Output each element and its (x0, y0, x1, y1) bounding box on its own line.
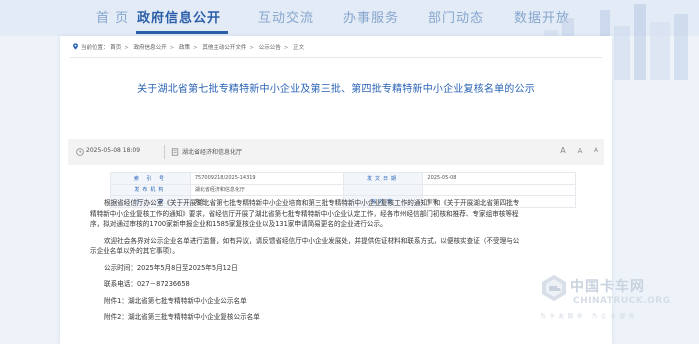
nav-department-news[interactable]: 部门动态 (428, 0, 484, 36)
publicity-period: 公示时间：2025年5月8日至2025年5月12日 (104, 263, 238, 272)
breadcrumb-gov-info[interactable]: 政府信息公开 (134, 45, 167, 51)
empty-label (342, 183, 424, 196)
font-size-small-button[interactable]: A (574, 145, 586, 157)
nav-interaction[interactable]: 互动交流 (258, 0, 314, 36)
breadcrumb-prefix: 当前位置： (81, 45, 109, 51)
nav-services[interactable]: 办事服务 (343, 0, 399, 36)
body-paragraph-1: 根据省经信厅办公室《关于开展湖北省第七批专精特新中小企业培育和第三批专精特新中小… (90, 199, 520, 228)
breadcrumb-other-files[interactable]: 其他主动公开文件 (202, 45, 246, 51)
issue-date-label: 发文日期 (342, 172, 424, 185)
article-body: 根据省经信厅办公室《关于开展湖北省第七批专精特新中小企业培育和第三批专精特新中小… (90, 198, 520, 323)
nav-active-indicator (136, 31, 228, 34)
breadcrumb-home[interactable]: 首页 (110, 45, 121, 51)
truck-logo-icon (542, 275, 566, 301)
location-pin-icon (73, 43, 78, 50)
site-watermark: 中国卡车网 CHINATRUCK.ORG 为 卡 友 服 务 · 为 企 业 服… (540, 270, 699, 344)
article-source: 湖北省经济和信息化厅 (182, 149, 243, 156)
table-row: 索 引 号 757009218/2025-14319 发文日期 2025-05-… (110, 172, 576, 185)
attachment-1-link[interactable]: 附件1：湖北省第七批专精特新中小企业公示名单 (90, 296, 520, 307)
watermark-cn: 中国卡车网 (570, 279, 645, 295)
index-number-label: 索 引 号 (110, 172, 191, 185)
divider (70, 57, 602, 58)
issuer-label: 发布机构 (110, 183, 191, 196)
breadcrumb-policy[interactable]: 政策 (179, 45, 190, 51)
publish-date: 2025-05-08 18:09 (86, 147, 141, 154)
divider (164, 145, 165, 159)
nav-home[interactable]: 首 页 (96, 0, 129, 36)
table-row: 发布机构 湖北省经济和信息化厅 (110, 183, 576, 196)
contact-phone: 联系电话：027－87236658 (104, 280, 190, 288)
article-title: 关于湖北省第七批专精特新中小企业及第三批、第四批专精特新中小企业复核名单的公示 (137, 84, 535, 95)
body-paragraph-2: 欢迎社会各界对公示企业名单进行监督，如有异议，请反馈省经信厅中小企业发展处，并提… (90, 236, 520, 256)
attachment-2-link[interactable]: 附件2：湖北省第三批专精特新中小企业复核公示名单 (90, 312, 520, 323)
font-size-reset-button[interactable]: A (590, 145, 602, 157)
empty-value (422, 183, 576, 196)
issue-date-value: 2025-05-08 (422, 172, 576, 185)
article-meta-bar: 2025-05-08 18:09 湖北省经济和信息化厅 A A A (68, 139, 604, 165)
top-navigation: 首 页 政府信息公开 互动交流 办事服务 部门动态 数据开放 (0, 0, 699, 80)
breadcrumb: 当前位置： 首页 > 政府信息公开 > 政策 > 其他主动公开文件 > 公示公告 > 正文 (72, 43, 304, 51)
breadcrumb-announcements[interactable]: 公示公告 (259, 45, 281, 51)
issuer-value: 湖北省经济和信息化厅 (189, 183, 344, 196)
source-icon (171, 148, 179, 156)
font-size-large-button[interactable]: A (557, 145, 569, 157)
clock-icon (76, 148, 84, 156)
index-number-value: 757009218/2025-14319 (189, 172, 344, 185)
watermark-en: CHINATRUCK.ORG (573, 296, 671, 306)
breadcrumb-current: 正文 (293, 45, 305, 51)
watermark-slogan: 为 卡 友 服 务 · 为 企 业 服 务 (540, 314, 636, 320)
